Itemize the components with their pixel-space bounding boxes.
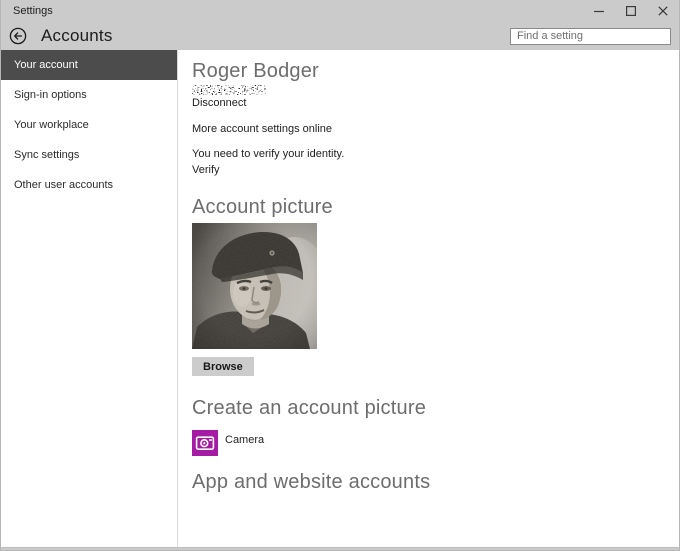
sidebar-item-other-user-accounts[interactable]: Other user accounts <box>1 170 177 200</box>
close-icon <box>658 6 668 16</box>
app-header: Accounts <box>1 22 679 50</box>
page-title: Accounts <box>41 26 113 46</box>
close-button[interactable] <box>647 0 679 22</box>
window-controls <box>583 0 679 22</box>
sidebar: Your account Sign-in options Your workpl… <box>1 50 178 547</box>
minimize-icon <box>594 6 604 16</box>
verify-identity-text: You need to verify your identity. <box>192 148 679 161</box>
sidebar-item-sign-in-options[interactable]: Sign-in options <box>1 80 177 110</box>
app-accounts-heading: App and website accounts <box>192 472 679 492</box>
account-picture-photo <box>192 223 317 349</box>
sidebar-item-label: Sign-in options <box>14 89 87 101</box>
sidebar-item-your-workplace[interactable]: Your workplace <box>1 110 177 140</box>
browse-button[interactable]: Browse <box>192 357 254 376</box>
verify-link[interactable]: Verify <box>192 164 679 177</box>
back-arrow-icon <box>9 27 27 45</box>
back-button[interactable] <box>8 26 28 46</box>
sidebar-item-your-account[interactable]: Your account <box>1 50 177 80</box>
more-account-settings-link[interactable]: More account settings online <box>192 123 679 136</box>
titlebar: Settings <box>1 0 679 22</box>
minimize-button[interactable] <box>583 0 615 22</box>
sidebar-item-label: Your workplace <box>14 119 89 131</box>
settings-window: Settings Accounts <box>0 0 680 551</box>
account-picture-heading: Account picture <box>192 197 679 217</box>
sidebar-item-label: Other user accounts <box>14 179 113 191</box>
create-picture-heading: Create an account picture <box>192 398 679 418</box>
body-area: Your account Sign-in options Your workpl… <box>1 50 679 547</box>
search-input[interactable] <box>510 28 671 45</box>
window-title: Settings <box>13 5 53 17</box>
main-content: Roger Bodger Disconnect More account set… <box>178 50 679 547</box>
sidebar-item-label: Sync settings <box>14 149 79 161</box>
maximize-icon <box>626 6 636 16</box>
camera-launcher[interactable]: Camera <box>192 430 679 456</box>
maximize-button[interactable] <box>615 0 647 22</box>
camera-label: Camera <box>225 434 264 446</box>
sidebar-item-sync-settings[interactable]: Sync settings <box>1 140 177 170</box>
obscured-email <box>192 85 266 95</box>
user-name: Roger Bodger <box>192 62 679 80</box>
disconnect-link[interactable]: Disconnect <box>192 97 679 110</box>
sidebar-item-label: Your account <box>14 59 78 71</box>
camera-icon <box>192 430 218 456</box>
window-bottom-border <box>1 547 679 550</box>
